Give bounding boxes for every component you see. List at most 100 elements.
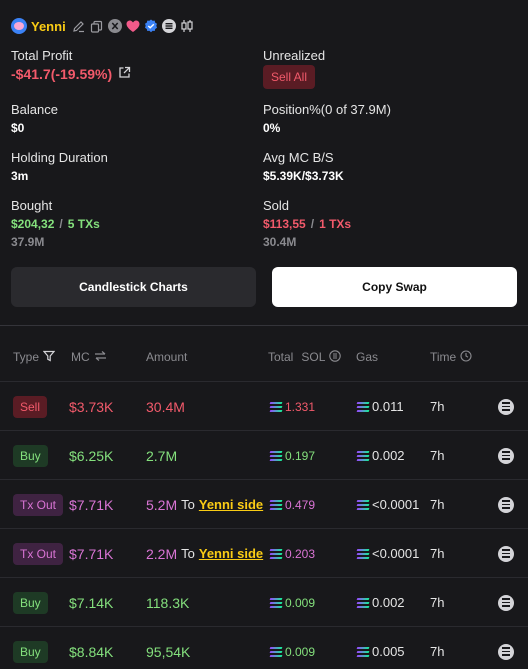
header-mc[interactable]: MC (71, 348, 107, 366)
header-time: Time (430, 348, 472, 366)
sold-separator: / (310, 217, 315, 231)
transfer-to-label: To (181, 546, 195, 561)
candlestick-charts-button[interactable]: Candlestick Charts (11, 267, 256, 307)
row-menu-icon[interactable] (498, 447, 514, 464)
filter-icon[interactable] (42, 350, 56, 365)
copy-swap-button[interactable]: Copy Swap (272, 267, 517, 307)
trade-amount: 95,54K (146, 643, 191, 660)
header-gas: Gas (356, 350, 379, 364)
verified-icon (144, 19, 158, 33)
table-header: Type MC Amount Total SOL Gas Time (0, 348, 528, 366)
trade-total: 0.197 (285, 448, 316, 463)
trade-amount: 118.3K (146, 594, 190, 611)
sol-icon (269, 401, 283, 412)
header-total-label: Total (268, 350, 294, 364)
row-menu-icon[interactable] (498, 496, 514, 513)
bought-separator: / (59, 217, 63, 231)
trade-type-badge: Tx Out (13, 542, 64, 565)
position-summary: Yenni Total Profit -$41.7(-19.59%) Unrea… (0, 0, 528, 325)
clock-icon[interactable] (460, 349, 472, 365)
transfer-recipient-link[interactable]: Yenni side (199, 546, 263, 561)
total-profit-value: -$41.7(-19.59%) (11, 66, 131, 82)
sold-txs: 1 TXs (319, 217, 352, 231)
sell-all-button[interactable]: Sell All (263, 65, 316, 89)
trade-type-badge: Buy (13, 640, 48, 663)
sol-icon (356, 450, 370, 461)
header-amount: Amount (146, 350, 188, 364)
external-link-icon[interactable] (118, 66, 131, 82)
edit-icon[interactable] (72, 19, 86, 33)
token-header: Yenni (11, 16, 194, 36)
trade-gas: <0.0001 (372, 546, 420, 561)
trade-total: 0.479 (285, 497, 316, 512)
table-row[interactable]: Tx Out $7.71K 2.2M To Yenni side 0.203 <0.0001… (0, 528, 528, 577)
wallet-name: Yenni (31, 18, 66, 34)
trade-amount: 5.2M (146, 496, 178, 513)
trade-amount: 30.4M (146, 398, 185, 415)
trade-total: 0.009 (285, 644, 316, 659)
list-icon[interactable] (161, 19, 176, 33)
table-row[interactable]: Sell $3.73K 30.4M 1.331 0.011 7h (0, 381, 528, 430)
trade-type-badge: Sell (13, 395, 48, 418)
position-value: 0% (263, 121, 281, 135)
row-menu-icon[interactable] (498, 643, 514, 660)
sol-icon (356, 597, 370, 608)
sol-currency-icon[interactable] (329, 349, 342, 365)
unrealized-label: Unrealized (263, 48, 326, 63)
row-menu-icon[interactable] (498, 545, 514, 562)
heart-icon[interactable] (126, 19, 140, 33)
header-time-label: Time (430, 350, 457, 364)
header-sol-label: SOL (301, 350, 326, 364)
bought-tokens: 37.9M (11, 235, 45, 249)
table-row[interactable]: Buy $8.84K 95,54K 0.009 0.005 7h (0, 626, 528, 669)
trade-amount: 2.7M (146, 447, 178, 464)
holding-duration-label: Holding Duration (11, 150, 108, 165)
trade-gas: 0.002 (372, 595, 405, 610)
swap-arrows-icon[interactable] (94, 350, 107, 365)
sol-icon (269, 450, 283, 461)
trade-time: 7h (430, 448, 445, 463)
trade-type-badge: Buy (13, 591, 48, 614)
header-type[interactable]: Type (13, 348, 56, 366)
sol-icon (356, 646, 370, 657)
header-type-label: Type (13, 350, 40, 364)
sol-icon (269, 597, 283, 608)
balance-value: $0 (11, 121, 25, 135)
table-row[interactable]: Buy $6.25K 2.7M 0.197 0.002 7h (0, 430, 528, 479)
sol-icon (269, 499, 283, 510)
candle-icon[interactable] (180, 19, 194, 33)
row-menu-icon[interactable] (498, 398, 514, 415)
header-total: Total SOL (268, 348, 342, 366)
sold-label: Sold (263, 198, 290, 213)
trade-time: 7h (430, 595, 445, 610)
copy-icon[interactable] (90, 19, 104, 33)
trade-total: 1.331 (285, 399, 316, 414)
transfer-recipient-link[interactable]: Yenni side (199, 497, 263, 512)
avatar (11, 18, 27, 34)
header-mc-label: MC (71, 350, 90, 364)
sold-amount: $113,55 (263, 217, 306, 231)
x-icon[interactable] (107, 19, 122, 33)
bought-amount: $204,32 (11, 217, 55, 231)
sol-icon (356, 499, 370, 510)
sol-icon (356, 548, 370, 559)
bought-label: Bought (11, 198, 53, 213)
avg-mc-value: $5.39K/$3.73K (263, 169, 344, 183)
trade-gas: 0.011 (372, 399, 404, 414)
sold-value: $113,55 / 1 TXs (263, 217, 351, 231)
row-menu-icon[interactable] (498, 594, 514, 611)
bought-txs: 5 TXs (67, 217, 100, 231)
trade-time: 7h (430, 399, 445, 414)
sold-tokens: 30.4M (263, 235, 297, 249)
transfer-to-label: To (181, 497, 195, 512)
sol-icon (269, 548, 283, 559)
trade-time: 7h (430, 546, 445, 561)
trade-gas: 0.005 (372, 644, 405, 659)
table-row[interactable]: Tx Out $7.71K 5.2M To Yenni side 0.479 <0.0001… (0, 479, 528, 528)
table-row[interactable]: Buy $7.14K 118.3K 0.009 0.002 7h (0, 577, 528, 626)
bought-value: $204,32 / 5 TXs (11, 217, 100, 231)
trade-type-badge: Buy (13, 444, 48, 467)
trade-mc: $6.25K (69, 447, 114, 464)
balance-label: Balance (11, 102, 58, 117)
trade-gas: <0.0001 (372, 497, 420, 512)
